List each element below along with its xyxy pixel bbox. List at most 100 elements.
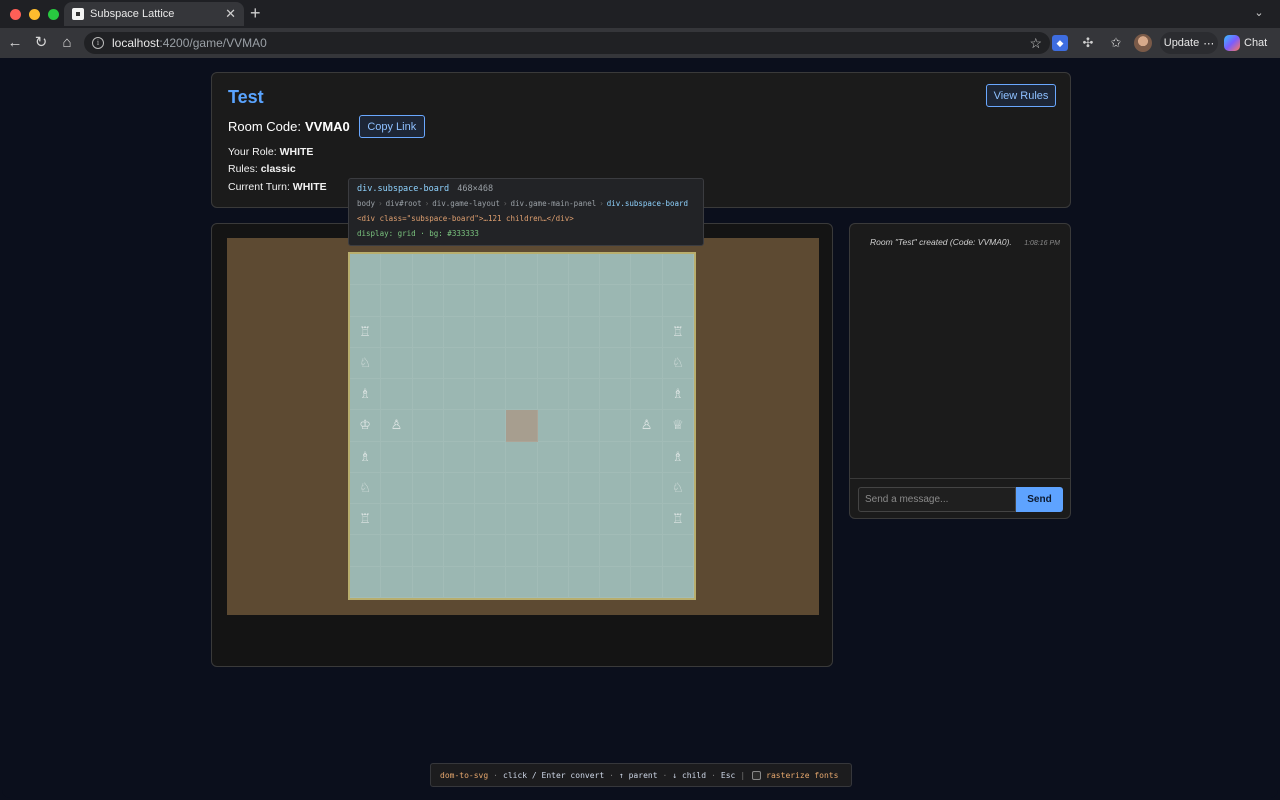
board-cell[interactable] (537, 316, 569, 348)
tab-search-chevron-icon[interactable]: ⌄ (1250, 6, 1268, 22)
board-cell[interactable] (631, 504, 663, 536)
board-cell[interactable] (381, 379, 413, 411)
board-cell[interactable] (537, 410, 569, 442)
board-cell[interactable] (475, 379, 507, 411)
board-cell[interactable]: ♖ (662, 316, 694, 348)
board-cell[interactable]: ♘ (662, 347, 694, 380)
white-pawn-piece[interactable]: ♙ (391, 417, 403, 433)
board-cell[interactable] (381, 504, 413, 536)
extension-icon[interactable]: ◆ (1052, 35, 1068, 51)
new-tab-button[interactable]: + (250, 4, 261, 22)
board-cell[interactable] (381, 566, 413, 598)
board-cell[interactable] (631, 254, 663, 286)
board-cell[interactable] (475, 566, 507, 598)
board-cell[interactable] (506, 347, 538, 380)
copilot-chat-button[interactable]: Chat (1224, 32, 1276, 54)
board-cell[interactable] (600, 285, 632, 317)
board-cell[interactable] (350, 566, 382, 598)
copy-link-button[interactable]: Copy Link (358, 115, 425, 138)
close-window-button[interactable] (10, 9, 21, 20)
board-cell[interactable] (631, 441, 663, 473)
board-cell[interactable] (412, 347, 444, 380)
board-cell[interactable] (443, 254, 476, 286)
board-cell[interactable] (443, 410, 476, 442)
board-cell[interactable] (568, 285, 601, 317)
puzzle-extensions-icon[interactable]: ✣ (1080, 35, 1096, 51)
white-rook-piece[interactable]: ♖ (672, 324, 684, 340)
board-cell[interactable] (662, 535, 694, 567)
bookmark-star-icon[interactable]: ☆ (1029, 35, 1042, 52)
board-cell[interactable] (537, 441, 569, 473)
rasterize-fonts-checkbox[interactable] (752, 770, 762, 780)
board-cell[interactable] (537, 254, 569, 286)
board-cell[interactable]: ♖ (350, 316, 382, 348)
board-cell[interactable] (443, 504, 476, 536)
board-cell[interactable] (600, 504, 632, 536)
board-cell[interactable] (350, 285, 382, 317)
board-cell[interactable] (506, 285, 538, 317)
board-cell[interactable] (506, 410, 538, 442)
white-knight-piece[interactable]: ♘ (672, 480, 684, 496)
board-cell[interactable] (506, 472, 538, 505)
board-cell[interactable] (412, 254, 444, 286)
board-cell[interactable] (381, 316, 413, 348)
board-cell[interactable] (537, 504, 569, 536)
board-cell[interactable] (443, 535, 476, 567)
board-cell[interactable] (475, 472, 507, 505)
board-cell[interactable] (568, 410, 601, 442)
board-cell[interactable] (600, 347, 632, 380)
board-cell[interactable]: ♗ (662, 379, 694, 411)
board-cell[interactable] (631, 285, 663, 317)
board-cell[interactable]: ♘ (350, 472, 382, 505)
board-cell[interactable] (475, 441, 507, 473)
maximize-window-button[interactable] (48, 9, 59, 20)
board-cell[interactable] (443, 285, 476, 317)
board-cell[interactable] (412, 472, 444, 505)
white-rook-piece[interactable]: ♖ (359, 511, 371, 527)
board-cell[interactable] (568, 379, 601, 411)
board-cell[interactable] (475, 504, 507, 536)
board-cell[interactable] (631, 316, 663, 348)
board-cell[interactable] (412, 566, 444, 598)
white-bishop-piece[interactable]: ♗ (672, 449, 684, 465)
board-cell[interactable] (412, 410, 444, 442)
board-cell[interactable] (537, 285, 569, 317)
board-cell[interactable] (537, 535, 569, 567)
board-cell[interactable]: ♖ (662, 504, 694, 536)
board-cell[interactable] (600, 410, 632, 442)
white-rook-piece[interactable]: ♖ (359, 324, 371, 340)
board-cell[interactable] (412, 379, 444, 411)
address-bar[interactable]: i localhost:4200/game/VVMA0 ☆ (84, 32, 1050, 54)
board-cell[interactable] (443, 379, 476, 411)
board-cell[interactable] (631, 379, 663, 411)
board-cell[interactable] (537, 566, 569, 598)
site-info-icon[interactable]: i (92, 37, 104, 49)
white-rook-piece[interactable]: ♖ (672, 511, 684, 527)
board-cell[interactable] (475, 535, 507, 567)
board-cell[interactable] (568, 535, 601, 567)
board-cell[interactable] (506, 535, 538, 567)
white-queen-piece[interactable]: ♕ (672, 417, 684, 433)
board-cell[interactable] (600, 254, 632, 286)
board-cell[interactable] (412, 285, 444, 317)
send-button[interactable]: Send (1016, 487, 1063, 512)
board-cell[interactable]: ♙ (381, 410, 413, 442)
board-cell[interactable]: ♙ (631, 410, 663, 442)
board-cell[interactable]: ♗ (350, 379, 382, 411)
board-cell[interactable] (662, 254, 694, 286)
favorites-icon[interactable]: ✩ (1108, 35, 1124, 51)
board-cell[interactable] (600, 316, 632, 348)
board-cell[interactable] (568, 504, 601, 536)
board-cell[interactable] (506, 316, 538, 348)
board-cell[interactable] (568, 566, 601, 598)
board-cell[interactable] (443, 347, 476, 380)
board-cell[interactable] (537, 472, 569, 505)
board-cell[interactable] (537, 379, 569, 411)
board-cell[interactable] (381, 441, 413, 473)
board-cell[interactable] (568, 316, 601, 348)
board-cell[interactable] (381, 347, 413, 380)
white-knight-piece[interactable]: ♘ (359, 355, 371, 371)
profile-avatar[interactable] (1134, 34, 1152, 52)
board-cell[interactable]: ♗ (350, 441, 382, 473)
board-cell[interactable] (350, 535, 382, 567)
